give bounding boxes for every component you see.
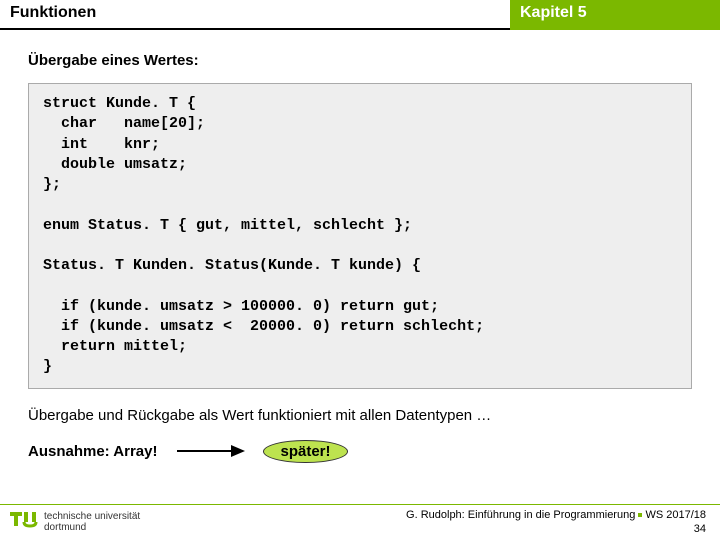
exception-label: Ausnahme: Array! — [28, 443, 157, 460]
later-bubble: später! — [263, 440, 347, 463]
header-topic: Funktionen — [0, 0, 510, 30]
section-subtitle: Übergabe eines Wertes: — [28, 52, 692, 69]
footer-credit: G. Rudolph: Einführung in die Programmie… — [406, 509, 706, 535]
tu-logo-icon — [10, 512, 38, 534]
summary-note: Übergabe und Rückgabe als Wert funktioni… — [28, 407, 692, 424]
uni-line1: technische universität — [44, 512, 140, 523]
exception-row: Ausnahme: Array! später! — [28, 440, 692, 463]
credit-text: G. Rudolph: Einführung in die Programmie… — [406, 509, 635, 521]
term-text: WS 2017/18 — [645, 509, 706, 521]
slide-header: Funktionen Kapitel 5 — [0, 0, 720, 30]
slide-footer: technische universität dortmund G. Rudol… — [0, 504, 720, 540]
header-chapter: Kapitel 5 — [510, 0, 720, 30]
code-block: struct Kunde. T { char name[20]; int knr… — [28, 83, 692, 389]
slide-content: Übergabe eines Wertes: struct Kunde. T {… — [0, 30, 720, 463]
university-name: technische universität dortmund — [44, 512, 140, 533]
page-number: 34 — [406, 523, 706, 536]
university-logo: technische universität dortmund — [10, 512, 140, 534]
uni-line2: dortmund — [44, 523, 140, 534]
arrow-icon — [175, 441, 245, 461]
separator-dot-icon — [638, 513, 642, 517]
